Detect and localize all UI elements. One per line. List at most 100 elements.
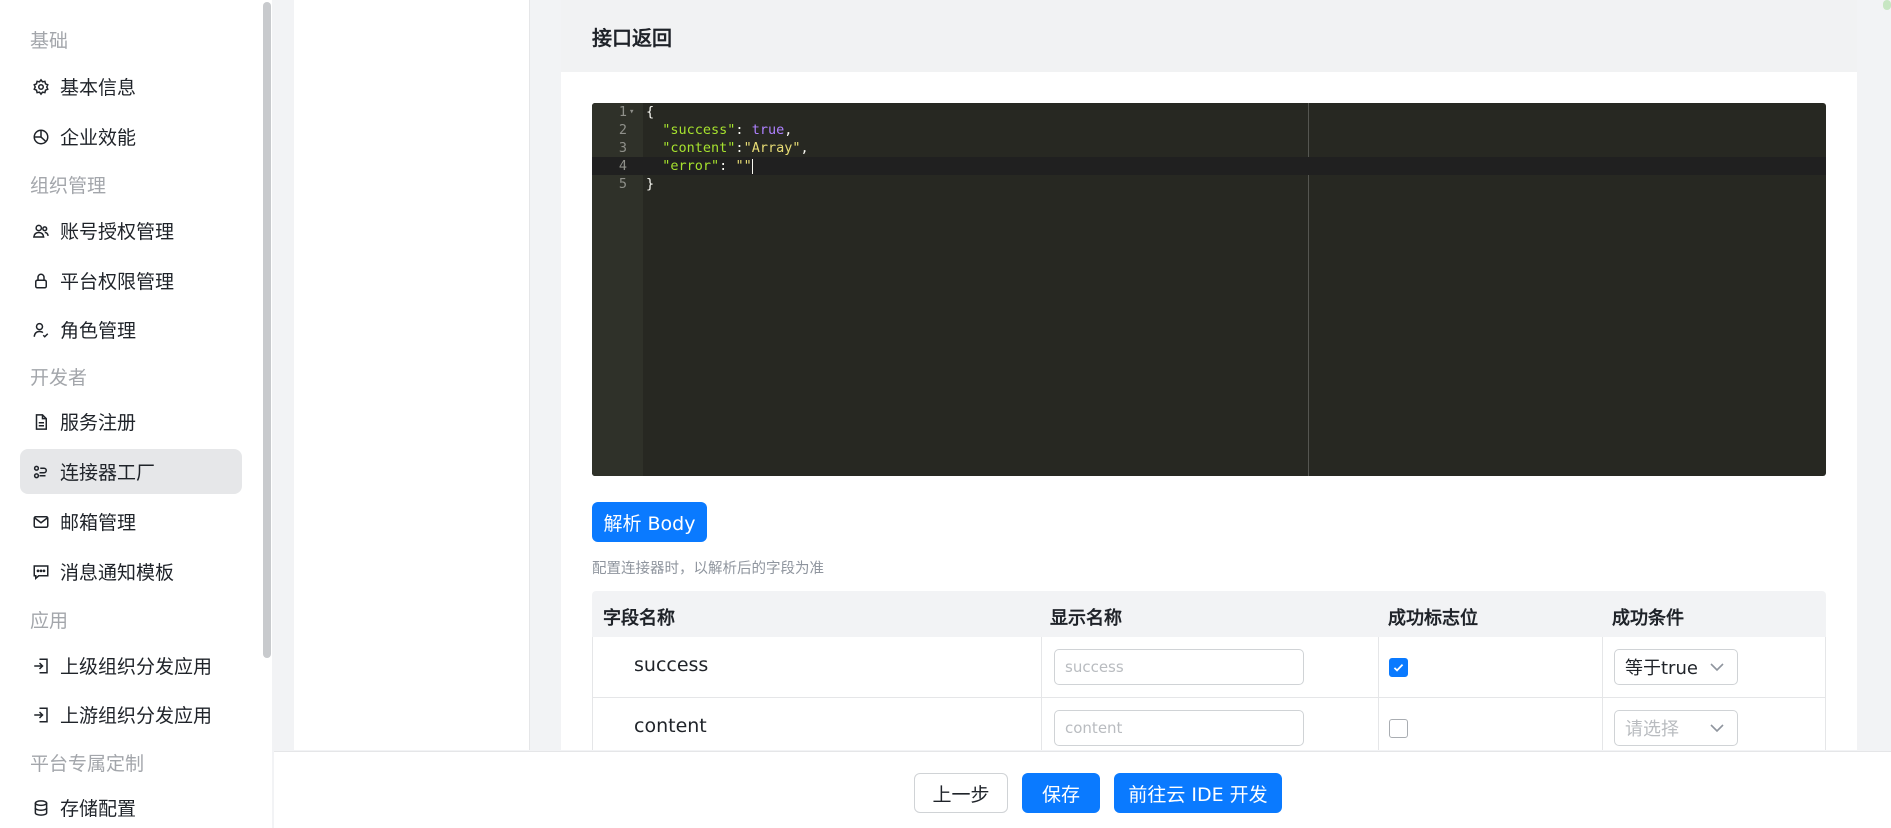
edge-indicator	[1883, 0, 1891, 10]
column-divider	[1602, 698, 1603, 750]
database-icon	[32, 799, 50, 817]
document-icon	[32, 413, 50, 431]
sidebar-item-storage-config[interactable]: 存储配置	[20, 785, 242, 828]
sidebar-section-platform-custom: 平台专属定制	[30, 753, 145, 775]
json-key: "error"	[662, 158, 720, 174]
sidebar-scrollbar[interactable]	[263, 2, 271, 658]
json-end: ,	[800, 140, 809, 156]
sidebar-section-apps: 应用	[30, 610, 69, 632]
success-condition-select[interactable]: 请选择	[1614, 710, 1738, 746]
column-divider	[1041, 698, 1042, 750]
sidebar-item-parent-org-apps[interactable]: 上级组织分发应用	[20, 643, 242, 688]
sidebar-item-label: 上游组织分发应用	[60, 705, 213, 727]
editor-line: 2 "success": true,	[592, 121, 1826, 139]
json-value: "Array"	[743, 140, 801, 156]
panel-title: 接口返回	[592, 26, 672, 50]
fold-arrow-icon[interactable]: ▾	[629, 103, 634, 121]
panel-header: 接口返回	[561, 0, 1857, 72]
sidebar-item-label: 基本信息	[60, 77, 137, 99]
sidebar-item-notification-template[interactable]: 消息通知模板	[20, 549, 242, 594]
editor-line: 5 }	[592, 175, 1826, 193]
json-sep: :	[735, 122, 752, 138]
user-check-icon	[32, 321, 50, 339]
json-key: "content"	[662, 140, 736, 156]
success-flag-checkbox[interactable]	[1389, 719, 1408, 738]
sidebar-item-label: 平台权限管理	[60, 271, 175, 293]
sidebar-item-account-auth[interactable]: 账号授权管理	[20, 208, 242, 253]
editor-line: 3 "content":"Array",	[592, 139, 1826, 157]
mail-icon	[32, 513, 50, 531]
sidebar-item-label: 上级组织分发应用	[60, 656, 213, 678]
line-number: 4	[618, 158, 627, 174]
column-header: 显示名称	[1050, 608, 1122, 629]
previous-step-button[interactable]: 上一步	[914, 773, 1008, 813]
open-cloud-ide-button[interactable]: 前往云 IDE 开发	[1114, 773, 1282, 813]
column-divider	[1041, 637, 1042, 698]
sidebar-item-connector-factory[interactable]: 连接器工厂	[20, 449, 242, 494]
gear-icon	[32, 78, 50, 96]
footer-bar: 上一步 保存 前往云 IDE 开发	[274, 751, 1891, 828]
sidebar-item-label: 连接器工厂	[60, 462, 156, 484]
lock-icon	[32, 272, 50, 290]
parse-body-button[interactable]: 解析 Body	[592, 502, 707, 542]
sidebar-item-mail[interactable]: 邮箱管理	[20, 499, 242, 544]
sidebar-item-label: 企业效能	[60, 127, 137, 149]
field-name: content	[634, 715, 707, 737]
sidebar-item-service-registry[interactable]: 服务注册	[20, 399, 242, 444]
text-cursor	[751, 158, 753, 174]
users-icon	[32, 222, 50, 240]
sidebar-item-label: 消息通知模板	[60, 562, 175, 584]
column-header: 字段名称	[603, 608, 675, 629]
connector-icon	[32, 463, 50, 481]
field-name: success	[634, 654, 709, 676]
code-text: "success": true,	[646, 121, 792, 139]
line-number: 5	[618, 176, 627, 192]
success-condition-select[interactable]: 等于true	[1614, 649, 1738, 685]
editor-line: 1 ▾ {	[592, 103, 1826, 121]
column-header: 成功标志位	[1388, 608, 1478, 629]
sidebar-item-label: 角色管理	[60, 320, 137, 342]
sidebar-item-basic-info[interactable]: 基本信息	[20, 64, 242, 109]
app-root: 基础 基本信息 企业效能 组织管理 账号授权管理 平台权限管理 角色管理 开发者…	[0, 0, 1891, 828]
json-end: ,	[784, 122, 793, 138]
sidebar-item-upstream-org-apps[interactable]: 上游组织分发应用	[20, 692, 242, 737]
json-value: true	[751, 122, 785, 138]
sidebar-item-label: 账号授权管理	[60, 221, 175, 243]
line-number: 2	[618, 122, 627, 138]
column-header: 成功条件	[1612, 608, 1684, 629]
editor-line-current: 4 "error": ""	[592, 157, 1826, 175]
json-value: ""	[735, 158, 752, 174]
success-flag-checkbox[interactable]	[1389, 658, 1408, 677]
steps-column	[294, 0, 530, 750]
code-text: "content":"Array",	[646, 139, 809, 157]
select-value: 等于true	[1625, 658, 1698, 679]
line-number: 3	[618, 140, 627, 156]
login-icon	[32, 657, 50, 675]
code-editor[interactable]: 1 ▾ { 2 "success": true, 3 "content":"Ar…	[592, 103, 1826, 476]
code-text: {	[646, 104, 655, 120]
parse-hint: 配置连接器时，以解析后的字段为准	[592, 561, 824, 577]
save-button[interactable]: 保存	[1022, 773, 1100, 813]
sidebar-section-developer: 开发者	[30, 367, 88, 389]
sidebar-item-platform-permission[interactable]: 平台权限管理	[20, 258, 242, 303]
display-name-input[interactable]: content	[1054, 710, 1304, 746]
table-row: success success 等于true	[592, 637, 1826, 698]
code-text: }	[646, 176, 655, 192]
column-divider	[1602, 637, 1603, 698]
sidebar-item-label: 存储配置	[60, 798, 137, 820]
display-name-input[interactable]: success	[1054, 649, 1304, 685]
response-panel: 接口返回 1 ▾ { 2 "success": true, 3 "content…	[561, 0, 1857, 750]
sidebar-item-efficiency[interactable]: 企业效能	[20, 114, 242, 159]
json-key: "success"	[662, 122, 736, 138]
sidebar-item-role[interactable]: 角色管理	[20, 307, 242, 352]
select-placeholder: 请选择	[1625, 719, 1679, 740]
chevron-down-icon	[1710, 663, 1724, 672]
sidebar-item-label: 服务注册	[60, 412, 137, 434]
line-number: 1	[618, 104, 627, 120]
column-divider	[1378, 698, 1379, 750]
chevron-down-icon	[1710, 724, 1724, 733]
fields-table: 字段名称 显示名称 成功标志位 成功条件 success success 等于t…	[592, 591, 1826, 750]
sidebar-section-org: 组织管理	[30, 175, 107, 197]
code-text: "error": ""	[646, 157, 753, 175]
login-icon	[32, 706, 50, 724]
